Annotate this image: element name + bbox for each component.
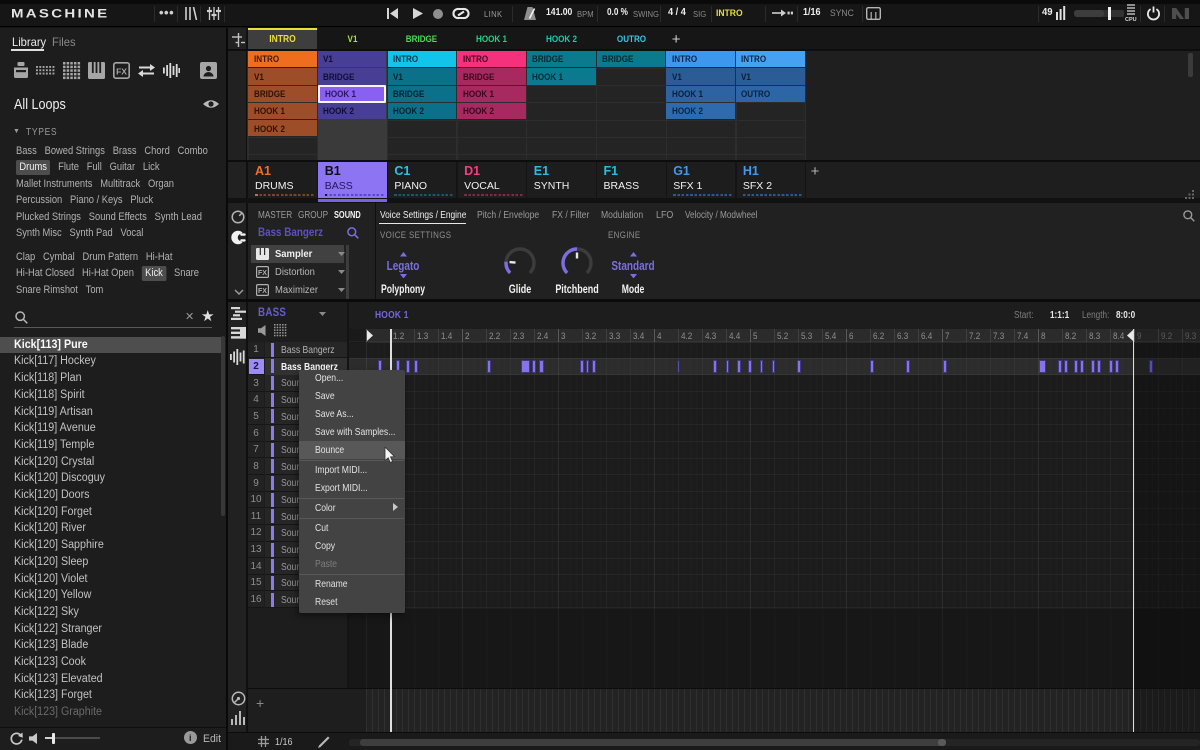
svg-text:FX: FX: [258, 288, 267, 295]
svg-text:FX: FX: [116, 66, 127, 76]
svg-text:FX: FX: [258, 270, 267, 277]
